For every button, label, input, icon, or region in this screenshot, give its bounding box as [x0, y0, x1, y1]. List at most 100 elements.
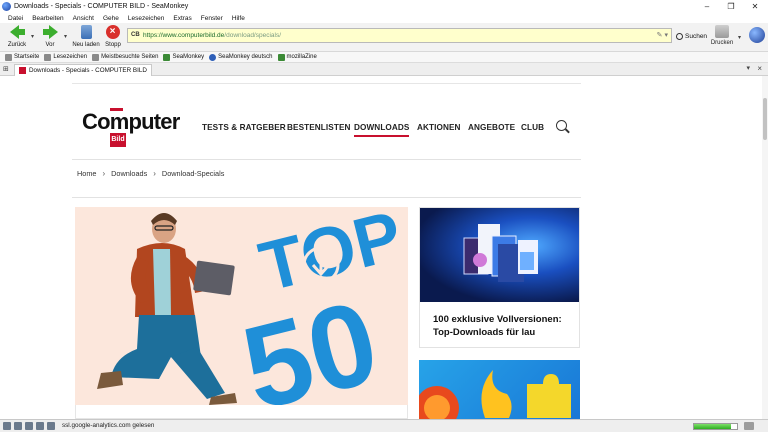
forward-history-dropdown-icon[interactable]: ▾ — [64, 33, 67, 40]
reload-label: Neu laden — [72, 42, 100, 48]
navigator-icon[interactable] — [3, 422, 11, 430]
mozillazine-icon — [277, 53, 285, 61]
bookmark-seamonkey-deutsch[interactable]: SeaMonkey deutsch — [209, 53, 273, 61]
bookmark-lesezeichen[interactable]: Lesezeichen — [44, 53, 87, 61]
person-figure — [97, 213, 237, 405]
folder-icon — [92, 53, 100, 61]
print-dropdown-icon[interactable]: ▾ — [738, 34, 741, 41]
scrollbar-thumb[interactable] — [763, 98, 767, 140]
menu-fenster[interactable]: Fenster — [195, 15, 226, 22]
breadcrumb-home[interactable]: Home — [77, 169, 96, 178]
logo-red-bar — [110, 108, 123, 111]
menu-hilfe[interactable]: Hilfe — [226, 15, 248, 22]
status-text: ssl.google-analytics.com gelesen — [62, 422, 155, 429]
tab-active[interactable]: Downloads - Specials - COMPUTER BILD — [14, 64, 152, 76]
close-button[interactable]: ✕ — [745, 0, 765, 13]
hero-teaser-image[interactable]: TOP 50 — [75, 207, 408, 405]
seamonkey-icon — [163, 53, 171, 61]
forward-button[interactable]: Vor — [40, 24, 60, 51]
nav-bestenlisten[interactable]: BESTENLISTEN — [287, 123, 351, 132]
logo-bild-badge: Bild — [110, 133, 126, 147]
close-tab-icon[interactable]: × — [757, 64, 762, 73]
bookmark-label: Startseite — [14, 54, 40, 60]
title-bar: Downloads - Specials - COMPUTER BILD - S… — [0, 0, 768, 13]
menu-bar: Datei Bearbeiten Ansicht Gehe Lesezeiche… — [0, 13, 768, 23]
bookmark-label: Meistbesuchte Seiten — [101, 54, 159, 60]
reload-icon — [79, 25, 94, 40]
software-boxes-image — [420, 208, 579, 302]
breadcrumb-divider — [72, 197, 581, 198]
teaser-card-vollversionen[interactable]: 100 exklusive Vollversionen: Top-Downloa… — [419, 207, 580, 348]
new-tab-icon[interactable]: ⊞ — [3, 65, 9, 73]
seamonkey-throbber-icon[interactable] — [749, 27, 765, 43]
print-button[interactable]: Drucken — [708, 25, 736, 46]
back-label: Zurück — [7, 42, 27, 48]
teaser-card-title: 100 exklusive Vollversionen: Top-Downloa… — [433, 314, 562, 338]
composer-icon[interactable] — [25, 422, 33, 430]
nav-angebote[interactable]: ANGEBOTE — [468, 123, 515, 132]
window-title: Downloads - Specials - COMPUTER BILD - S… — [14, 3, 189, 10]
breadcrumb-downloads[interactable]: Downloads — [111, 169, 147, 178]
bookmark-mozillazine[interactable]: mozillaZine — [277, 53, 317, 61]
seamonkey-globe-icon — [209, 53, 217, 61]
browser-logos-illustration — [419, 370, 571, 419]
stop-icon: × — [105, 25, 121, 40]
address-book-icon[interactable] — [36, 422, 44, 430]
bookmark-startseite[interactable]: Startseite — [5, 53, 40, 61]
teaser-card-browser[interactable] — [419, 360, 580, 419]
minimize-button[interactable]: – — [697, 0, 717, 13]
bookmarks-icon — [44, 53, 52, 61]
site-favicon-icon: CB — [131, 31, 140, 38]
bookmark-seamonkey[interactable]: SeaMonkey — [163, 53, 204, 61]
menu-lesezeichen[interactable]: Lesezeichen — [122, 15, 168, 22]
site-search-icon[interactable] — [556, 120, 567, 131]
stop-button[interactable]: × Stopp — [103, 24, 123, 51]
url-field[interactable]: CB https://www.computerbild.de/download/… — [127, 28, 672, 43]
breadcrumb-current: Download-Specials — [161, 169, 225, 178]
chatzilla-icon[interactable] — [47, 422, 55, 430]
flame-logo-icon — [481, 370, 512, 418]
search-icon — [676, 32, 683, 40]
search-label: Suchen — [685, 32, 708, 40]
search-button[interactable]: Suchen — [676, 29, 707, 43]
mail-icon[interactable] — [14, 422, 22, 430]
reload-button[interactable]: Neu laden — [71, 24, 101, 51]
breadcrumb: Home › Downloads › Download-Specials — [77, 169, 224, 178]
chevron-right-icon: › — [102, 169, 106, 178]
menu-gehe[interactable]: Gehe — [97, 15, 122, 22]
menu-extras[interactable]: Extras — [167, 15, 194, 22]
chevron-right-icon: › — [153, 169, 156, 178]
hero-text-num: 50 — [231, 276, 390, 405]
menu-ansicht[interactable]: Ansicht — [67, 15, 97, 22]
security-lock-icon[interactable] — [744, 422, 754, 430]
menu-bearbeiten[interactable]: Bearbeiten — [26, 15, 66, 22]
tab-strip: ⊞ Downloads - Specials - COMPUTER BILD ▾… — [0, 63, 768, 76]
page-load-progress — [693, 423, 738, 430]
tab-list-dropdown-icon[interactable]: ▾ — [746, 64, 750, 72]
tab-title: Downloads - Specials - COMPUTER BILD — [29, 67, 147, 74]
forward-label: Vor — [45, 42, 55, 48]
seamonkey-app-icon — [2, 2, 11, 11]
top50-graphic: TOP 50 — [231, 207, 408, 405]
computerbild-logo[interactable]: Computer Bild — [82, 108, 182, 151]
bookmark-label: SeaMonkey deutsch — [218, 54, 273, 60]
back-arrow-icon — [9, 25, 25, 40]
forward-arrow-icon — [42, 25, 58, 40]
maximize-button[interactable]: ❐ — [721, 0, 741, 13]
bookmarks-toolbar: Startseite Lesezeichen Meistbesuchte Sei… — [0, 52, 768, 63]
menu-datei[interactable]: Datei — [0, 15, 26, 22]
nav-tests-ratgeber[interactable]: TESTS & RATGEBER — [202, 123, 286, 132]
bookmark-meistbesuchte[interactable]: Meistbesuchte Seiten — [92, 53, 159, 61]
back-history-dropdown-icon[interactable]: ▾ — [31, 33, 34, 40]
logo-word: Computer — [82, 109, 180, 134]
url-dropdown-icon[interactable]: ✎ ▾ — [657, 31, 668, 39]
back-button[interactable]: Zurück — [5, 24, 29, 51]
stop-label: Stopp — [105, 42, 121, 48]
header-divider — [72, 159, 581, 160]
page-scrollbar[interactable] — [762, 76, 768, 419]
software-boxes-illustration — [463, 224, 538, 282]
print-label: Drucken — [710, 40, 734, 46]
nav-club[interactable]: CLUB — [521, 123, 544, 132]
nav-downloads[interactable]: DOWNLOADS — [354, 123, 410, 137]
nav-aktionen[interactable]: AKTIONEN — [417, 123, 461, 132]
